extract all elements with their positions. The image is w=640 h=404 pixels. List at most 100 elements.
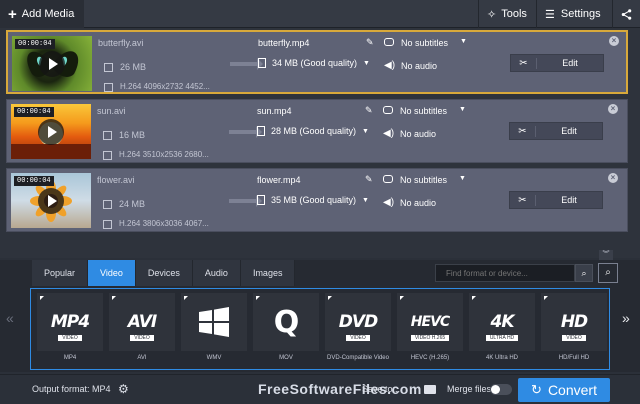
file-row-flower[interactable]: 00:00:04 flower.avi 24 MB H.264 3806x303… [6,168,628,232]
document-icon [257,126,265,136]
format-4k[interactable]: 4K ULTRA HD 4K Ultra HD [469,293,535,365]
remove-file-icon[interactable]: × [609,36,619,46]
collapse-panel-icon[interactable]: ︾ [599,250,613,260]
tab-devices[interactable]: Devices [135,260,193,286]
mp4-logo: MP4 [50,312,90,332]
edit-label: Edit [562,58,578,68]
settings-label: Settings [560,8,601,20]
output-size-dropdown[interactable]: 34 MB (Good quality) ▼ [258,58,370,68]
speaker-icon: ◀) [384,60,396,71]
windows-logo-icon [199,307,229,337]
detect-device-icon[interactable]: ⌕ [598,263,618,283]
chevron-down-icon: ▼ [363,59,370,67]
scroll-left-icon[interactable]: « [6,310,14,326]
subtitles-dropdown[interactable]: No subtitles [400,106,447,116]
share-icon [621,8,632,20]
format-sub-label: VIDEO H.265 [410,335,450,341]
merge-files-toggle[interactable] [490,384,512,395]
format-mp4[interactable]: MP4 VIDEO MP4 [37,293,103,365]
video-thumbnail[interactable]: 00:00:04 [12,36,92,91]
file-row-butterfly[interactable]: 00:00:04 butterfly.avi 26 MB H.264 4096x… [6,30,628,94]
format-caption: DVD-Compatible Video [327,355,389,361]
chevron-down-icon[interactable]: ▼ [459,175,466,182]
video-info-icon [104,83,113,92]
chevron-down-icon[interactable]: ▼ [460,38,467,45]
search-icon[interactable]: ⌕ [575,264,593,282]
chevron-down-icon[interactable]: ▼ [459,106,466,113]
format-tile: MP4 VIDEO [37,293,103,351]
video-info-icon [103,220,112,229]
output-filename[interactable]: sun.mp4 [257,106,292,116]
audio-dropdown[interactable]: No audio [401,61,437,71]
remove-file-icon[interactable]: × [608,104,618,114]
avi-logo: AVI [127,312,157,332]
hevc-logo: HEVC [410,314,450,330]
convert-arrow-icon [230,58,263,70]
format-panel: Popular Video Devices Audio Images ⌕ ⌕ «… [0,260,640,372]
format-wmv[interactable]: WMV [181,293,247,365]
subtitles-dropdown[interactable]: No subtitles [401,38,448,48]
edit-label: Edit [561,126,577,136]
format-mov[interactable]: Q MOV [253,293,319,365]
format-search-input[interactable] [435,264,575,282]
tab-popular[interactable]: Popular [32,260,89,286]
format-avi[interactable]: AVI VIDEO AVI [109,293,175,365]
format-tile [181,293,247,351]
source-size: 26 MB [120,62,147,72]
audio-dropdown[interactable]: No audio [400,129,436,139]
format-tile: HEVC VIDEO H.265 [397,293,463,351]
video-info-icon [103,151,112,160]
edit-button[interactable]: ✂ Edit [509,122,603,140]
tab-video[interactable]: Video [88,260,136,286]
tools-button[interactable]: ✧ Tools [478,0,534,28]
folder-icon[interactable] [424,385,436,394]
format-caption: HEVC (H.265) [410,355,450,361]
scissors-icon: ✂ [511,57,537,69]
top-toolbar: + Add Media ✧ Tools ☰ Settings [0,0,640,28]
output-size-dropdown[interactable]: 28 MB (Good quality) ▼ [257,126,369,136]
save-to-button[interactable]: Save to... [362,384,400,394]
play-icon[interactable] [38,119,64,145]
video-thumbnail[interactable]: 00:00:04 [11,173,91,228]
settings-button[interactable]: ☰ Settings [536,0,610,28]
subtitles-dropdown[interactable]: No subtitles [400,175,447,185]
format-hevc[interactable]: HEVC VIDEO H.265 HEVC (H.265) [397,293,463,365]
add-media-button[interactable]: + Add Media [0,0,84,28]
audio-dropdown[interactable]: No audio [400,198,436,208]
convert-button[interactable]: ↻ Convert [518,378,610,402]
speaker-icon: ◀) [383,197,395,208]
edit-button[interactable]: ✂ Edit [509,191,603,209]
edit-button[interactable]: ✂ Edit [510,54,604,72]
format-tile: 4K ULTRA HD [469,293,535,351]
pencil-icon[interactable]: ✎ [365,174,373,185]
play-icon[interactable] [39,51,65,77]
pencil-icon[interactable]: ✎ [366,37,374,48]
output-size-dropdown[interactable]: 35 MB (Good quality) ▼ [257,195,369,205]
source-codec: H.264 3510x2536 2680... [119,150,209,159]
tab-images[interactable]: Images [240,260,296,286]
format-tile: AVI VIDEO [109,293,175,351]
format-sub-label: VIDEO [562,335,586,341]
scroll-right-icon[interactable]: » [622,310,630,326]
duration-badge: 00:00:04 [14,107,54,117]
remove-file-icon[interactable]: × [608,173,618,183]
share-button[interactable] [612,0,640,28]
output-size-label: 28 MB (Good quality) [271,126,357,136]
format-dvd[interactable]: DVD VIDEO DVD-Compatible Video [325,293,391,365]
output-filename[interactable]: flower.mp4 [257,175,301,185]
gear-icon[interactable]: ⚙ [118,382,129,396]
format-sub-label: ULTRA HD [485,335,519,341]
format-caption: MOV [279,355,293,361]
pencil-icon[interactable]: ✎ [365,105,373,116]
document-icon [258,58,266,68]
subtitles-icon [383,106,393,114]
dvd-logo: DVD [338,312,378,332]
format-grid: MP4 VIDEO MP4 AVI VIDEO AVI WMV Q MOV DV… [30,288,610,370]
tab-audio[interactable]: Audio [192,260,241,286]
format-hd[interactable]: HD VIDEO HD/Full HD [541,293,607,365]
video-thumbnail[interactable]: 00:00:04 [11,104,91,159]
file-row-sun[interactable]: 00:00:04 sun.avi 16 MB H.264 3510x2536 2… [6,99,628,163]
play-icon[interactable] [38,188,64,214]
source-codec: H.264 4096x2732 4452... [120,82,210,91]
output-filename[interactable]: butterfly.mp4 [258,38,309,48]
